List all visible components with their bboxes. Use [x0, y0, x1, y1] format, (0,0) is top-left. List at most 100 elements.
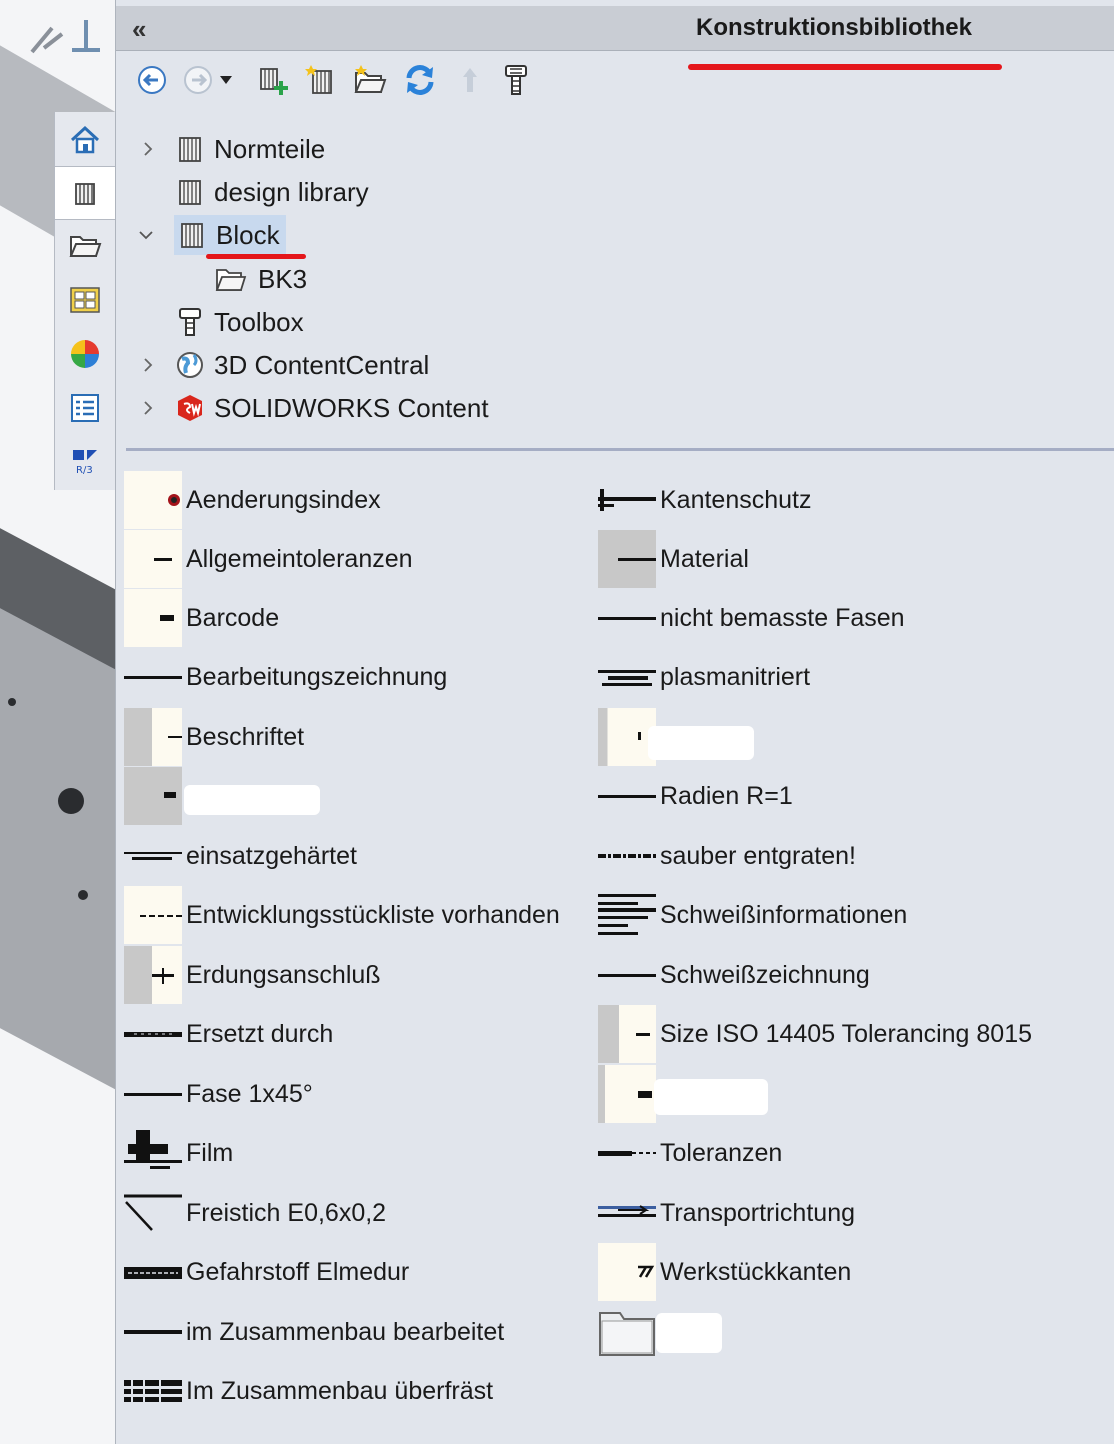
tab-view-palette[interactable] — [55, 274, 115, 326]
block-preview — [124, 1267, 182, 1279]
tree-item-bk3[interactable]: BK3 — [210, 259, 307, 299]
block-item[interactable]: Entwicklungsstückliste vorhanden — [124, 886, 560, 944]
block-item[interactable]: Schweißinformationen — [598, 886, 907, 944]
chevron-right-icon[interactable] — [140, 357, 156, 373]
block-item[interactable]: einsatzgehärtet — [124, 827, 357, 885]
block-preview — [152, 968, 174, 984]
block-item[interactable]: Bearbeitungszeichnung — [124, 648, 447, 706]
block-item[interactable]: Beschriftet — [124, 708, 304, 766]
block-item[interactable] — [598, 708, 754, 766]
block-item[interactable]: Material — [598, 530, 749, 588]
toolbox-button[interactable] — [498, 60, 534, 100]
block-label: plasmanitriert — [660, 662, 811, 691]
block-thumbnail — [124, 1303, 182, 1361]
block-item[interactable] — [598, 1303, 722, 1361]
block-preview — [618, 558, 656, 561]
block-item[interactable]: Size ISO 14405 Tolerancing 8015 — [598, 1005, 1032, 1063]
block-thumbnail — [598, 530, 656, 588]
library-icon — [181, 223, 203, 248]
toolbox-icon — [179, 308, 201, 336]
block-label: Beschriftet — [186, 722, 305, 751]
block-item[interactable]: Fase 1x45° — [124, 1065, 313, 1123]
back-button[interactable] — [134, 60, 170, 100]
block-item[interactable]: Freistich E0,6x0,2 — [124, 1184, 386, 1242]
create-library-button[interactable] — [304, 60, 340, 100]
block-label: Size ISO 14405 Tolerancing 8015 — [660, 1019, 1033, 1048]
block-item[interactable]: Allgemeintoleranzen — [124, 530, 413, 588]
block-item[interactable] — [124, 767, 320, 825]
chevron-down-icon[interactable] — [138, 227, 154, 243]
block-label: Film — [186, 1138, 234, 1167]
block-item[interactable]: Kantenschutz — [598, 471, 812, 529]
block-item[interactable]: Werkstückkanten — [598, 1243, 851, 1301]
block-label: Schweißzeichnung — [660, 960, 870, 989]
block-preview — [598, 489, 656, 511]
block-thumbnail — [124, 471, 182, 529]
tree-item-label: Toolbox — [214, 306, 304, 337]
block-item[interactable]: nicht bemasste Fasen — [598, 589, 905, 647]
tab-custom-properties[interactable] — [55, 382, 115, 434]
block-thumbnail — [598, 946, 656, 1004]
tab-design-library[interactable] — [55, 166, 115, 220]
block-preview — [168, 494, 180, 506]
block-preview — [598, 1151, 656, 1156]
tree-item-normteile[interactable]: Normteile — [136, 129, 325, 169]
block-preview — [598, 670, 656, 686]
block-item[interactable]: Ersetzt durch — [124, 1005, 333, 1063]
block-label: Bearbeitungszeichnung — [186, 662, 448, 691]
block-item[interactable]: Aenderungsindex — [124, 471, 381, 529]
block-item[interactable]: Schweißzeichnung — [598, 946, 870, 1004]
forward-icon — [184, 66, 212, 94]
forward-button[interactable] — [180, 60, 216, 100]
block-thumbnail — [124, 648, 182, 706]
history-dropdown[interactable] — [216, 60, 236, 100]
block-item[interactable]: Transportrichtung — [598, 1184, 855, 1242]
block-thumbnail — [124, 589, 182, 647]
tree-item-block[interactable]: Block — [136, 215, 286, 255]
tab-rs[interactable]: R/3 — [55, 436, 115, 488]
block-item[interactable]: Im Zusammenbau überfräst — [124, 1362, 493, 1420]
tree-item-label: 3D ContentCentral — [214, 349, 430, 380]
block-item[interactable]: Erdungsanschluß — [124, 946, 381, 1004]
block-preview — [598, 795, 656, 798]
block-item[interactable]: Barcode — [124, 589, 279, 647]
block-preview — [124, 852, 182, 860]
tab-file-explorer[interactable] — [55, 220, 115, 272]
tree-item-label: Block — [216, 219, 280, 250]
tab-appearances[interactable] — [55, 328, 115, 380]
block-preview — [598, 1205, 656, 1217]
library-icon — [179, 137, 201, 162]
chevron-right-icon[interactable] — [140, 400, 156, 416]
block-item[interactable]: im Zusammenbau bearbeitet — [124, 1303, 504, 1361]
block-preview — [124, 1330, 182, 1334]
pane-splitter[interactable] — [126, 448, 1114, 451]
up-button[interactable] — [452, 60, 488, 100]
block-label: Ersetzt durch — [186, 1019, 334, 1048]
refresh-button[interactable] — [402, 60, 438, 100]
block-thumbnail — [598, 1065, 656, 1123]
add-folder-button[interactable] — [352, 60, 388, 100]
tree-item-3d-contentcentral[interactable]: 3D ContentCentral — [136, 345, 429, 385]
block-item[interactable]: Radien R=1 — [598, 767, 793, 825]
panel-title: Konstruktionsbibliothek — [696, 14, 972, 41]
block-item[interactable]: Toleranzen — [598, 1124, 782, 1182]
block-item[interactable]: plasmanitriert — [598, 648, 810, 706]
up-icon — [463, 68, 477, 92]
block-label: im Zusammenbau bearbeitet — [186, 1317, 505, 1346]
tab-home[interactable] — [55, 114, 115, 166]
block-item[interactable]: Gefahrstoff Elmedur — [124, 1243, 409, 1301]
chevron-right-icon[interactable] — [140, 141, 156, 157]
tree-item-toolbox[interactable]: Toolbox — [136, 302, 304, 342]
model-hole — [58, 788, 84, 814]
redaction — [648, 726, 754, 760]
add-file-location-button[interactable] — [256, 60, 292, 100]
block-label: Fase 1x45° — [186, 1079, 313, 1108]
block-preview — [154, 558, 172, 561]
block-label: Erdungsanschluß — [186, 960, 381, 989]
block-item[interactable]: sauber entgraten! — [598, 827, 856, 885]
tree-item-solidworks-content[interactable]: SOLIDWORKS Content — [136, 388, 489, 428]
block-item[interactable]: Film — [124, 1124, 233, 1182]
tree-item-design-library[interactable]: design library — [136, 172, 369, 212]
block-item[interactable] — [598, 1065, 768, 1123]
collapse-button[interactable]: « — [132, 14, 146, 45]
